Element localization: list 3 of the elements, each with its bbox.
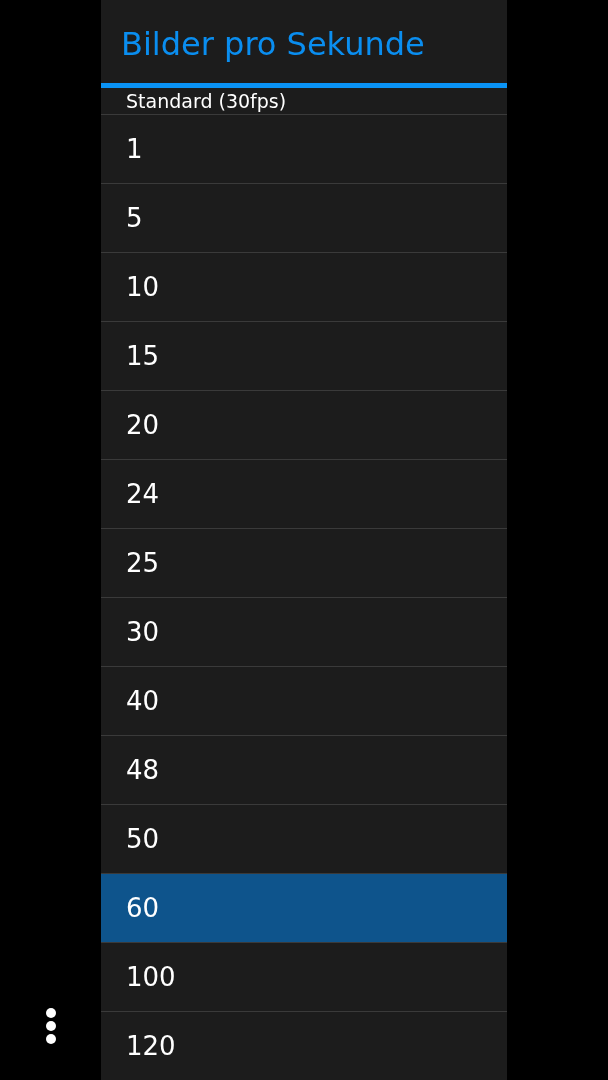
fps-option[interactable]: 60: [101, 874, 507, 943]
dialog-title: Bilder pro Sekunde: [121, 23, 425, 64]
more-options-icon[interactable]: [45, 1008, 56, 1044]
